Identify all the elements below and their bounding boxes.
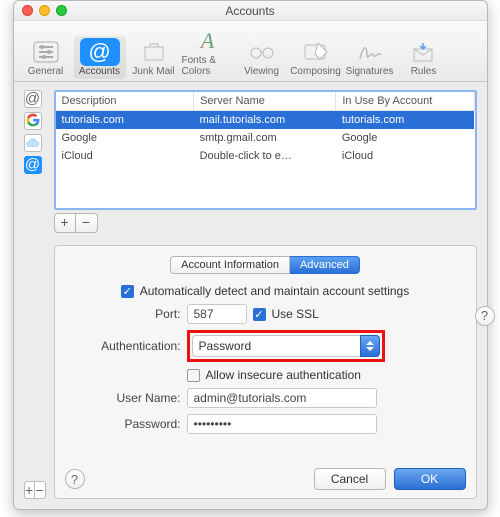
sidebar-account-icloud[interactable] — [24, 134, 42, 152]
authentication-select[interactable]: Password — [192, 335, 380, 357]
account-source-list: @ @ + − — [24, 90, 46, 499]
authentication-label: Authentication: — [65, 339, 181, 353]
auto-detect-label: Automatically detect and maintain accoun… — [140, 284, 409, 298]
tab-composing[interactable]: Composing — [290, 36, 342, 79]
ok-button[interactable]: OK — [394, 468, 466, 490]
username-field[interactable]: admin@tutorials.com — [187, 388, 377, 408]
tab-signatures[interactable]: Signatures — [344, 36, 396, 79]
sidebar-account-google[interactable] — [24, 112, 42, 130]
at-icon: @ — [80, 38, 120, 66]
tab-general[interactable]: General — [20, 36, 72, 79]
sidebar-account-selected[interactable]: @ — [24, 156, 42, 174]
table-header-row: Description Server Name In Use By Accoun… — [56, 92, 475, 111]
toolbar-item-label: Junk Mail — [132, 66, 174, 77]
toolbar-item-label: Accounts — [79, 66, 120, 77]
sidebar-remove-button[interactable]: − — [35, 481, 46, 499]
table-row[interactable]: iCloud Double-click to e… iCloud — [56, 147, 475, 165]
password-field[interactable]: ••••••••• — [187, 414, 377, 434]
toolbar-item-label: Composing — [290, 66, 341, 77]
server-add-remove: + − — [54, 213, 477, 233]
tab-viewing[interactable]: Viewing — [236, 36, 288, 79]
help-button[interactable]: ? — [65, 469, 85, 489]
password-label: Password: — [65, 417, 181, 431]
font-icon: A — [188, 27, 228, 55]
tab-accounts[interactable]: @ Accounts — [74, 36, 126, 79]
sidebar-add-button[interactable]: + — [24, 481, 35, 499]
toolbar-item-label: Signatures — [346, 66, 394, 77]
toolbar-item-label: General — [28, 66, 64, 77]
auto-detect-checkbox[interactable]: ✓ — [121, 285, 134, 298]
seg-advanced[interactable]: Advanced — [290, 256, 360, 274]
switches-icon — [26, 38, 66, 66]
seg-account-information[interactable]: Account Information — [170, 256, 290, 274]
toolbar: General @ Accounts Junk Mail A Fonts & C… — [14, 21, 487, 82]
glasses-icon — [242, 38, 282, 66]
compose-icon — [296, 38, 336, 66]
rules-icon — [404, 38, 444, 66]
port-label: Port: — [65, 307, 181, 321]
table-row[interactable]: tutorials.com mail.tutorials.com tutoria… — [56, 111, 475, 130]
window-title: Accounts — [14, 4, 487, 18]
sidebar-account-tutorials[interactable]: @ — [24, 90, 42, 108]
smtp-server-list[interactable]: Description Server Name In Use By Accoun… — [54, 90, 477, 210]
signature-icon — [350, 38, 390, 66]
cancel-button[interactable]: Cancel — [314, 468, 386, 490]
titlebar: Accounts — [14, 1, 487, 21]
preferences-window: Accounts General @ Accounts Junk Mail A … — [13, 0, 488, 510]
col-description[interactable]: Description — [56, 92, 194, 111]
toolbar-item-label: Fonts & Colors — [182, 55, 234, 77]
col-in-use[interactable]: In Use By Account — [336, 92, 474, 111]
tab-junk-mail[interactable]: Junk Mail — [128, 36, 180, 79]
tab-rules[interactable]: Rules — [398, 36, 450, 79]
table-row[interactable]: Google smtp.gmail.com Google — [56, 129, 475, 147]
allow-insecure-label: Allow insecure authentication — [206, 368, 361, 382]
username-label: User Name: — [65, 391, 181, 405]
tab-fonts-colors[interactable]: A Fonts & Colors — [182, 25, 234, 79]
allow-insecure-checkbox[interactable] — [187, 369, 200, 382]
remove-server-button[interactable]: − — [76, 213, 98, 233]
port-field[interactable]: 587 — [187, 304, 247, 324]
toolbar-item-label: Rules — [411, 66, 437, 77]
toolbar-item-label: Viewing — [244, 66, 279, 77]
settings-panel: Account Information Advanced ✓ Automatic… — [54, 245, 477, 499]
use-ssl-checkbox[interactable]: ✓ — [253, 308, 266, 321]
highlight-box: Password — [187, 330, 385, 362]
chevron-updown-icon — [360, 335, 380, 357]
add-server-button[interactable]: + — [54, 213, 76, 233]
use-ssl-label: Use SSL — [272, 307, 319, 321]
trash-icon — [134, 38, 174, 66]
segmented-control: Account Information Advanced — [65, 256, 466, 274]
authentication-value: Password — [192, 335, 360, 357]
col-server-name[interactable]: Server Name — [194, 92, 336, 111]
